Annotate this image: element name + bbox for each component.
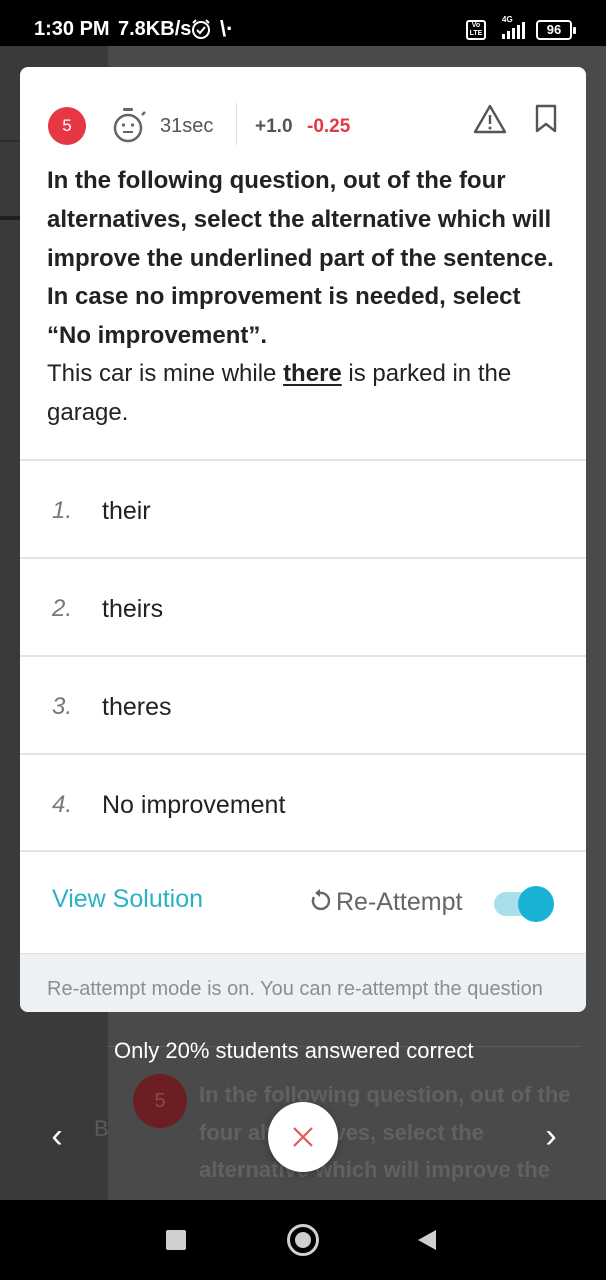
signal-icon: 4G	[494, 14, 528, 47]
background-divider	[0, 140, 20, 142]
option-1[interactable]: 1. their	[20, 461, 586, 557]
reattempt-toggle-knob[interactable]	[518, 886, 554, 922]
option-2[interactable]: 2. theirs	[20, 559, 586, 655]
svg-text:4G: 4G	[502, 15, 513, 24]
divider	[20, 850, 586, 852]
question-card: 5 31sec +1.0 -0.25 In the following ques…	[20, 67, 586, 1012]
reattempt-notice: Re-attempt mode is on. You can re-attemp…	[20, 953, 586, 1012]
recents-button[interactable]	[166, 1230, 186, 1250]
positive-marks: +1.0	[255, 116, 293, 137]
option-text: theres	[102, 693, 172, 721]
close-button[interactable]	[268, 1102, 338, 1172]
next-question-preview: In the following question, out of the fo…	[199, 1082, 571, 1182]
close-icon	[293, 1127, 313, 1147]
data-activity-icon: \·	[220, 16, 234, 41]
status-speed: 7.8KB/s	[118, 18, 192, 40]
battery-icon: 96	[536, 20, 576, 40]
chevron-left-icon[interactable]: ‹	[40, 1114, 74, 1158]
background-divider	[0, 216, 20, 220]
option-text: No improvement	[102, 791, 286, 819]
header-divider	[236, 103, 237, 145]
option-3[interactable]: 3. theres	[20, 657, 586, 753]
option-number: 3.	[52, 693, 73, 720]
correct-stats-text: Only 20% students answered correct	[114, 1038, 474, 1063]
notice-text: Re-attempt mode is on. You can re-attemp…	[47, 978, 543, 1000]
underlined-word: there	[283, 360, 342, 387]
option-number: 1.	[52, 497, 73, 524]
alarm-icon	[190, 18, 212, 45]
question-sentence: This car is mine while there is parked i…	[47, 354, 557, 432]
question-number-badge: 5	[48, 107, 86, 145]
reattempt-label[interactable]: Re-Attempt	[336, 888, 462, 917]
status-time: 1:30 PM	[34, 18, 110, 40]
refresh-icon	[308, 888, 332, 919]
back-button[interactable]	[416, 1228, 438, 1257]
stopwatch-icon	[112, 107, 152, 150]
option-4[interactable]: 4. No improvement	[20, 755, 586, 851]
next-question-number-badge: 5	[133, 1074, 187, 1128]
option-text: theirs	[102, 595, 164, 623]
volte-icon: Vo LTE	[466, 20, 486, 40]
question-instruction: In the following question, out of the fo…	[47, 167, 554, 350]
home-button[interactable]	[287, 1224, 319, 1256]
bookmark-icon[interactable]	[535, 104, 557, 139]
option-number: 4.	[52, 791, 73, 818]
view-solution-link[interactable]: View Solution	[52, 885, 203, 914]
option-number: 2.	[52, 595, 73, 622]
system-nav-bar	[0, 1200, 606, 1280]
chevron-right-icon[interactable]: ›	[534, 1114, 568, 1158]
timer-text: 31sec	[160, 115, 214, 137]
warning-icon[interactable]	[473, 104, 507, 139]
negative-marks: -0.25	[307, 116, 351, 137]
sentence-before: This car is mine while	[47, 360, 284, 387]
background-side-letter: B	[94, 1116, 109, 1141]
option-text: their	[102, 497, 151, 525]
